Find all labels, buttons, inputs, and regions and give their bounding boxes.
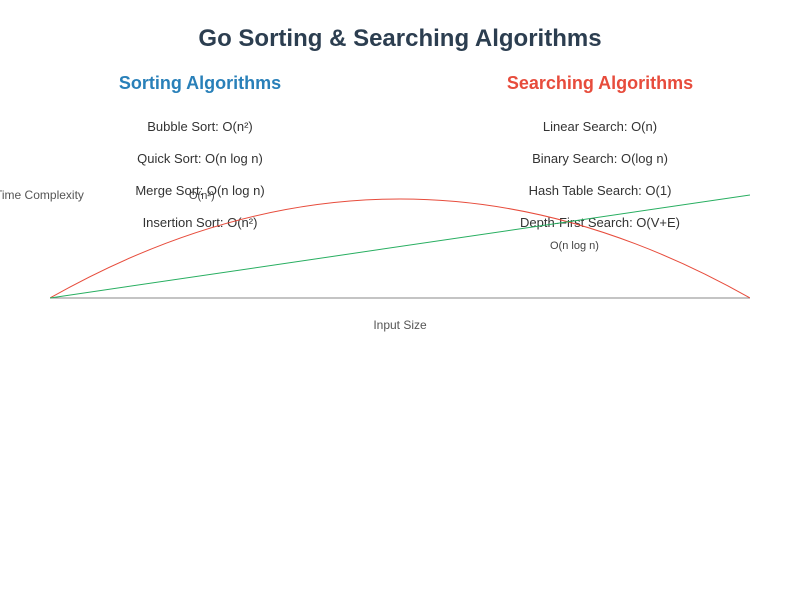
sorting-title: Sorting Algorithms xyxy=(0,73,400,94)
chart-svg xyxy=(50,180,750,310)
page-title: Go Sorting & Searching Algorithms xyxy=(0,0,800,73)
complexity-chart: Time Complexity O(n²) O(n log n) Input S… xyxy=(50,180,750,330)
searching-title: Searching Algorithms xyxy=(400,73,800,94)
label-onlogn: O(n log n) xyxy=(550,240,599,252)
label-on2: O(n²) xyxy=(189,190,215,202)
sorting-item: Bubble Sort: O(n²) xyxy=(0,119,400,134)
curve-onlogn xyxy=(50,195,750,298)
curve-on2 xyxy=(50,199,750,298)
searching-item: Binary Search: O(log n) xyxy=(400,151,800,166)
x-axis-label: Input Size xyxy=(50,318,750,332)
sorting-item: Quick Sort: O(n log n) xyxy=(0,151,400,166)
searching-item: Linear Search: O(n) xyxy=(400,119,800,134)
